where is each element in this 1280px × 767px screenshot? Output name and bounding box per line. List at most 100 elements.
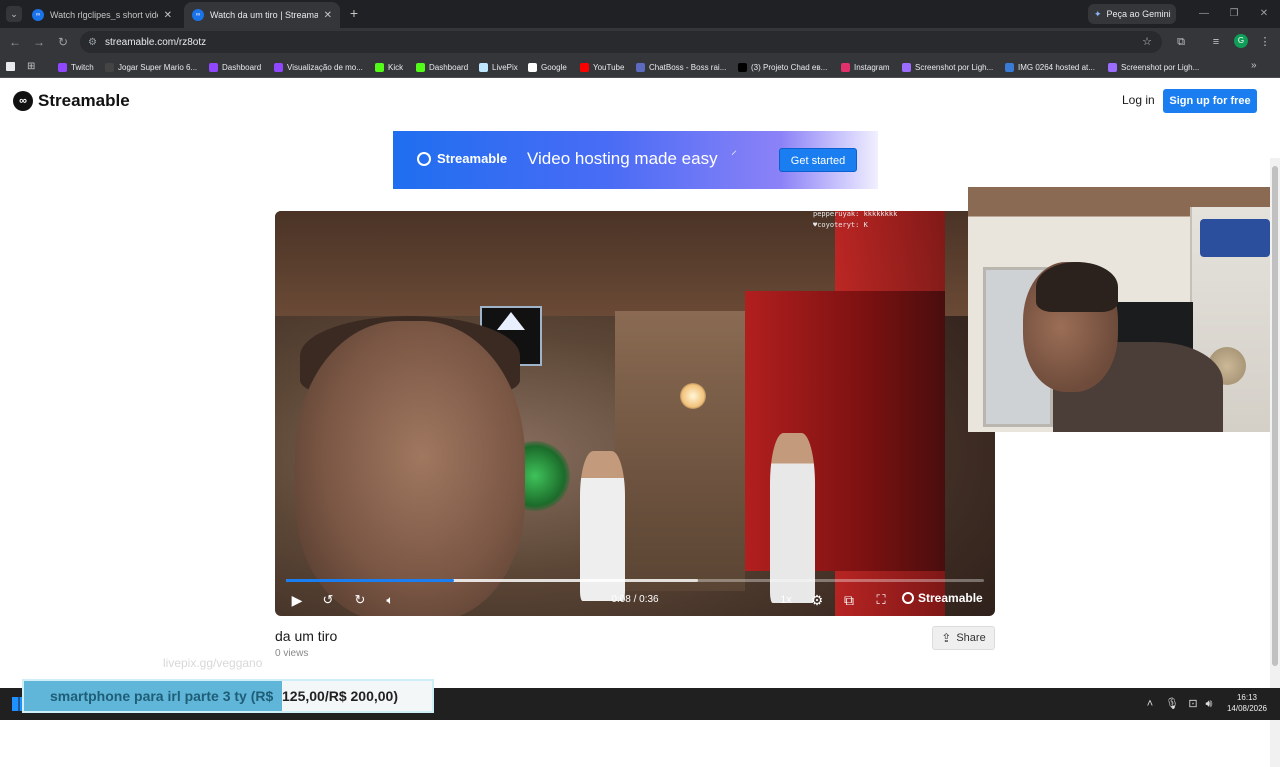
browser-toolbar: ← → ↻ ⚙ streamable.com/rz8otz ☆ ⧉ ≡ G ⋮ xyxy=(0,28,1280,56)
fullscreen-icon[interactable]: ⛶ xyxy=(873,591,889,609)
bookmark-favicon-icon xyxy=(105,62,114,72)
restore-icon[interactable]: ❐ xyxy=(1226,6,1242,22)
tab-rlgclipes[interactable]: ∞ Watch rlgclipes_s short video w ✕ xyxy=(24,2,180,28)
back-arrow-icon[interactable]: ← xyxy=(7,34,23,50)
signup-button[interactable]: Sign up for free xyxy=(1163,89,1257,113)
bookmark-label: Jogar Super Mario 6... xyxy=(118,62,198,72)
media-queue-icon[interactable]: ≡ xyxy=(1208,34,1224,50)
site-info-icon[interactable]: ⚙ xyxy=(88,37,97,48)
forward-10-icon[interactable]: ↻ xyxy=(351,591,369,609)
bookmark-item[interactable]: YouTube xyxy=(580,60,624,74)
bookmark-label: (3) Projeto Chad ев... xyxy=(751,62,828,72)
bookmark-item[interactable]: Dashboard xyxy=(416,60,468,74)
bookmark-label: Screenshot por Ligh... xyxy=(1121,62,1200,72)
ad-banner[interactable]: Streamable Video hosting made easy ⸝ Get… xyxy=(393,131,878,189)
bookmark-item[interactable]: Instagram xyxy=(841,60,890,74)
close-tab-icon[interactable]: ✕ xyxy=(164,10,172,21)
bookmark-item[interactable]: (3) Projeto Chad ев... xyxy=(738,60,827,74)
volume-icon[interactable]: 🔈︎ xyxy=(381,591,399,609)
extensions-puzzle-icon[interactable]: ⧉ xyxy=(1173,34,1189,50)
bookmark-label: IMG 0264 hosted at... xyxy=(1018,62,1095,72)
bookmark-label: Screenshot por Ligh... xyxy=(915,62,994,72)
settings-gear-icon[interactable]: ⚙ xyxy=(808,591,826,609)
bookmark-favicon-icon xyxy=(375,62,384,72)
bookmark-favicon-icon xyxy=(636,62,645,72)
network-icon[interactable]: ⊡ xyxy=(1185,696,1201,712)
sidebar-panel-icon[interactable] xyxy=(6,62,15,71)
clock-time: 16:13 xyxy=(1236,693,1258,702)
webcam-streamer-hair xyxy=(1036,262,1118,312)
bookmark-favicon-icon xyxy=(416,62,425,72)
banner-logo-icon xyxy=(417,151,431,166)
tab-title: Watch rlgclipes_s short video w xyxy=(50,10,158,20)
seek-bar-played xyxy=(286,579,454,582)
video-title: da um tiro xyxy=(275,628,338,644)
playback-speed-button[interactable]: 1x xyxy=(778,591,794,609)
ask-gemini-button[interactable]: ✦ Peça ao Gemini xyxy=(1088,4,1176,24)
share-upload-icon: ⇪ xyxy=(941,631,952,645)
bookmark-favicon-icon xyxy=(902,62,911,72)
reload-icon[interactable]: ↻ xyxy=(55,34,71,50)
bookmark-favicon-icon xyxy=(841,62,850,72)
profile-avatar[interactable]: G xyxy=(1234,34,1248,48)
picture-in-picture-icon[interactable]: ⧉ xyxy=(840,591,858,609)
rewind-10-icon[interactable]: ↺ xyxy=(319,591,337,609)
page-scrollbar[interactable] xyxy=(1270,158,1280,767)
tab-streamable-active[interactable]: ∞ Watch da um tiro | Streamable ✕ xyxy=(184,2,340,28)
donation-goal-text: smartphone para irl parte 3 ty (R$ xyxy=(50,688,274,704)
video-frame-neon-triangle xyxy=(497,312,525,330)
banner-logo-text: Streamable xyxy=(437,151,508,166)
apps-grid-icon[interactable]: ⊞ xyxy=(27,61,35,72)
chat-line: pepperuyak: kkkkkkkk xyxy=(813,211,898,218)
login-link[interactable]: Log in xyxy=(1122,93,1155,107)
bookmark-item[interactable]: Visualização de mo... xyxy=(274,60,363,74)
menu-kebab-icon[interactable]: ⋮ xyxy=(1257,34,1273,50)
bookmark-item[interactable]: Dashboard xyxy=(209,60,261,74)
share-button[interactable]: ⇪ Share xyxy=(932,626,995,650)
bookmark-item[interactable]: LivePix xyxy=(479,60,518,74)
sparkle-decoration-icon: ⸝ xyxy=(731,143,738,157)
seek-bar[interactable] xyxy=(286,579,984,582)
bookmark-favicon-icon xyxy=(58,62,67,72)
donation-goal-alert: smartphone para irl parte 3 ty (R$ 125,0… xyxy=(22,679,434,713)
share-label: Share xyxy=(956,632,986,644)
bookmark-item[interactable]: Google xyxy=(528,60,567,74)
gemini-label: Peça ao Gemini xyxy=(1106,9,1171,19)
tray-chevron-up-icon[interactable]: ˄ xyxy=(1142,696,1158,712)
close-window-icon[interactable]: ✕ xyxy=(1256,6,1272,22)
bookmark-favicon-icon xyxy=(1108,62,1117,72)
video-chat-overlay: pepperuyak: kkkkkkkk ♥coyoteryt: K xyxy=(813,211,897,231)
donation-goal-amount: 125,00/R$ 200,00) xyxy=(282,681,432,711)
close-tab-icon[interactable]: ✕ xyxy=(324,10,332,21)
bookmark-item[interactable]: Twitch xyxy=(58,60,94,74)
tab-search-chevron-icon[interactable]: ⌄ xyxy=(6,6,22,22)
taskbar-clock[interactable]: 16:13 14/08/2026 xyxy=(1222,692,1272,714)
bookmark-item[interactable]: Jogar Super Mario 6... xyxy=(105,60,197,74)
video-player[interactable]: pepperuyak: kkkkkkkk ♥coyoteryt: K ▶ ↺ ↻… xyxy=(275,211,995,616)
bookmark-item[interactable]: Kick xyxy=(375,60,403,74)
bookmark-item[interactable]: Screenshot por Ligh... xyxy=(1108,60,1199,74)
bookmark-star-icon[interactable]: ☆ xyxy=(1139,34,1155,50)
forward-arrow-icon[interactable]: → xyxy=(31,34,47,50)
video-frame-streamer-face xyxy=(295,321,525,616)
minimize-icon[interactable]: — xyxy=(1196,6,1212,22)
get-started-button[interactable]: Get started xyxy=(779,148,857,172)
bookmark-label: YouTube xyxy=(593,62,625,72)
player-brand-logo[interactable]: Streamable xyxy=(902,591,983,605)
play-icon[interactable]: ▶ xyxy=(288,591,306,609)
bookmark-item[interactable]: Screenshot por Ligh... xyxy=(902,60,993,74)
bookmark-label: ChatBoss - Boss rai... xyxy=(649,62,727,72)
scrollbar-thumb[interactable] xyxy=(1272,166,1278,666)
bookmark-item[interactable]: IMG 0264 hosted at... xyxy=(1005,60,1095,74)
bookmark-item[interactable]: ChatBoss - Boss rai... xyxy=(636,60,726,74)
more-bookmarks-chevron-icon[interactable]: » xyxy=(1251,60,1257,71)
streamable-logo[interactable]: ∞ Streamable xyxy=(13,91,130,111)
banner-tagline: Video hosting made easy xyxy=(527,149,718,168)
new-tab-plus-icon[interactable]: + xyxy=(346,5,362,21)
speaker-icon[interactable]: 🔊︎ xyxy=(1201,696,1217,712)
timecode: 0:08 / 0:36 xyxy=(611,594,659,605)
microphone-icon[interactable]: 🎙︎ xyxy=(1164,696,1180,712)
bookmark-favicon-icon xyxy=(209,62,218,72)
bookmark-label: Dashboard xyxy=(222,62,262,72)
address-bar[interactable]: ⚙ streamable.com/rz8otz xyxy=(80,31,1162,53)
